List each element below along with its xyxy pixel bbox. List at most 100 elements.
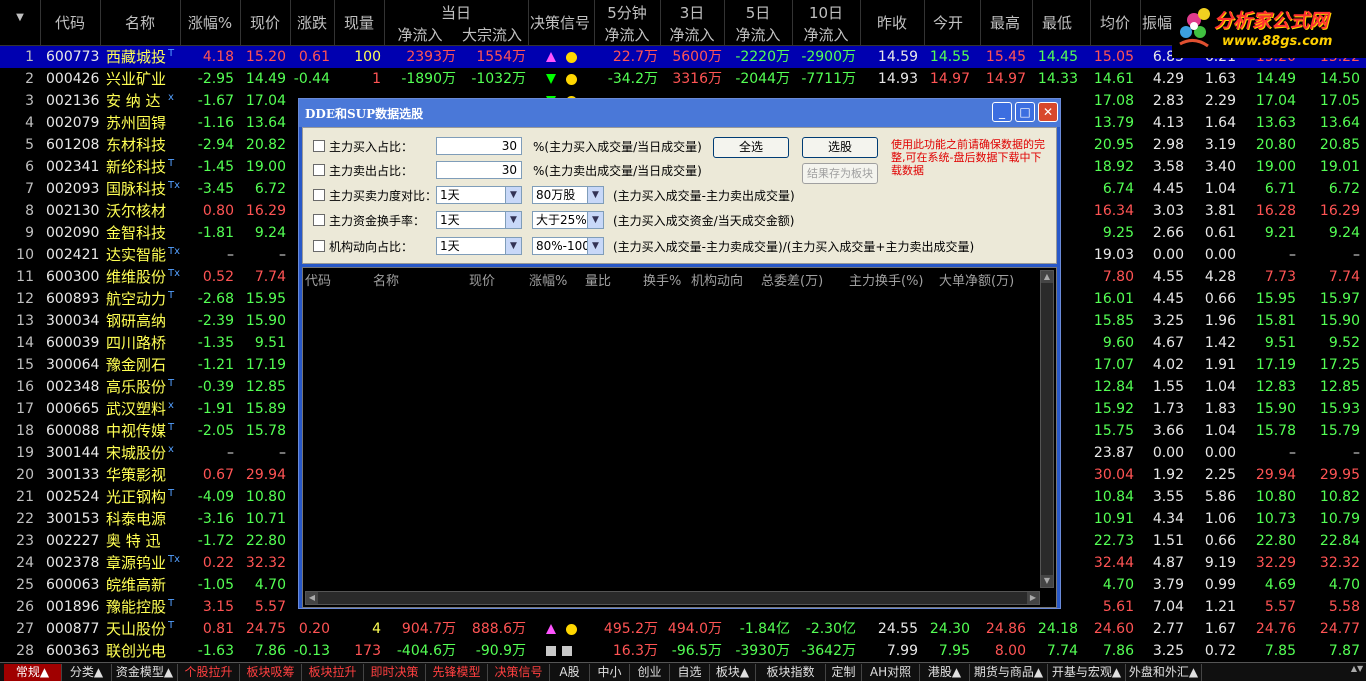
save-result-button[interactable]: 结果存为板块 bbox=[802, 163, 878, 184]
tab-item[interactable]: 即时决策 bbox=[364, 664, 426, 681]
tab-item[interactable]: 板块拉升 bbox=[302, 664, 364, 681]
col-chg[interactable]: 涨跌 bbox=[290, 12, 334, 33]
select-stock-button[interactable]: 选股 bbox=[802, 137, 878, 158]
result-col-header[interactable]: 量比 bbox=[585, 270, 611, 289]
scroll-right-icon[interactable]: ▶ bbox=[1027, 592, 1039, 604]
tab-item[interactable]: 期货与商品▲ bbox=[970, 664, 1048, 681]
chevron-down-icon[interactable]: ▼ bbox=[505, 187, 521, 203]
col-price[interactable]: 现价 bbox=[240, 12, 290, 33]
tab-scroll-arrows[interactable]: ▲▼ bbox=[1350, 665, 1364, 680]
tab-item[interactable]: AH对照 bbox=[862, 664, 920, 681]
chevron-down-icon[interactable]: ▼ bbox=[505, 238, 521, 254]
dialog-titlebar[interactable]: DDE和SUP数据选股 _ □ ✕ bbox=[299, 99, 1060, 127]
tab-item[interactable]: 板块吸筹 bbox=[240, 664, 302, 681]
table-row[interactable]: 27 000877 天山股份 0.81 24.75 0.20 4 904.7万 888.6万 49… bbox=[0, 618, 1366, 640]
grid-header: ▼ 代码 名称 涨幅% 现价 涨跌 现量 当日 净流入 大宗流入 决策信号 5分… bbox=[0, 0, 1366, 46]
institution-range-select[interactable]: 80%-100% ▼ bbox=[532, 237, 604, 255]
force-compare-amount-select[interactable]: 80万股 ▼ bbox=[532, 186, 604, 204]
tab-item[interactable]: 港股▲ bbox=[920, 664, 970, 681]
horizontal-scrollbar[interactable]: ◀ ▶ bbox=[305, 591, 1040, 605]
col-high[interactable]: 最高 bbox=[980, 12, 1030, 33]
scroll-up-icon[interactable]: ▲ bbox=[1041, 271, 1053, 283]
col-today-net[interactable]: 净流入 bbox=[384, 24, 456, 45]
scroll-down-icon[interactable]: ▼ bbox=[1041, 575, 1053, 587]
table-row[interactable]: 2 000426 兴业矿业 -2.95 14.49 -0.44 1 -1890万 -1032万 -… bbox=[0, 68, 1366, 90]
vertical-scrollbar[interactable]: ▲ ▼ bbox=[1040, 270, 1054, 588]
cell-avg: 5.61 bbox=[1102, 599, 1134, 615]
col-m5-net[interactable]: 净流入 bbox=[594, 24, 660, 45]
select-all-button[interactable]: 全选 bbox=[713, 137, 789, 158]
tab-item[interactable]: A股 bbox=[550, 664, 590, 681]
chevron-down-icon[interactable]: ▼ bbox=[587, 212, 603, 228]
result-col-header[interactable]: 大单净额(万) bbox=[939, 270, 1014, 289]
cell-prev: 14.59 bbox=[877, 49, 918, 65]
cell-name: 维维股份 bbox=[106, 268, 167, 286]
col-name[interactable]: 名称 bbox=[100, 12, 180, 33]
buy-ratio-input[interactable]: 30 bbox=[436, 137, 522, 155]
col-d3-net[interactable]: 净流入 bbox=[660, 24, 724, 45]
chevron-down-icon[interactable]: ▼ bbox=[587, 238, 603, 254]
result-list[interactable]: 代码 名称 现价 涨幅% 量比 换手% 机构动向 总委差(万) 主力换手(%) 大单净额(万) ▲… bbox=[302, 267, 1057, 608]
sell-ratio-input[interactable]: 30 bbox=[436, 161, 522, 179]
institution-period-select[interactable]: 1天 ▼ bbox=[436, 237, 522, 255]
result-col-header[interactable]: 机构动向 bbox=[691, 270, 743, 289]
result-col-header[interactable]: 名称 bbox=[373, 270, 399, 289]
tab-item[interactable]: 板块指数 bbox=[756, 664, 826, 681]
tab-item[interactable]: 个股拉升 bbox=[178, 664, 240, 681]
result-col-header[interactable]: 总委差(万) bbox=[761, 270, 823, 289]
tab-item[interactable]: 常规▲ bbox=[4, 664, 62, 681]
col-d5-net[interactable]: 净流入 bbox=[724, 24, 792, 45]
cell-amp: 4.29 bbox=[1152, 71, 1184, 87]
table-row[interactable]: 1 600773 西藏城投 4.18 15.20 0.61 100 2393万 1554万 22.… bbox=[0, 46, 1366, 68]
table-row[interactable]: 28 600363 联创光电 -1.63 7.86 -0.13 173 -404.6万 -90.… bbox=[0, 640, 1366, 662]
col-signal[interactable]: 决策信号 bbox=[528, 12, 592, 33]
signal-indicator bbox=[546, 618, 590, 640]
col-pct[interactable]: 涨幅% bbox=[180, 12, 240, 33]
chevron-down-icon[interactable]: ▼ bbox=[505, 212, 521, 228]
col-low[interactable]: 最低 bbox=[1032, 12, 1082, 33]
cell-amp: 3.25 bbox=[1152, 643, 1184, 659]
cell-name: 金智科技 bbox=[106, 224, 167, 242]
minimize-button[interactable]: _ bbox=[992, 102, 1012, 122]
cell-d3: 494.0万 bbox=[667, 621, 722, 637]
tab-item[interactable]: 先锋模型 bbox=[426, 664, 488, 681]
tab-item[interactable]: 开基与宏观▲ bbox=[1048, 664, 1126, 681]
sort-dropdown-icon[interactable]: ▼ bbox=[0, 12, 40, 23]
force-compare-period-select[interactable]: 1天 ▼ bbox=[436, 186, 522, 204]
force-compare-checkbox[interactable] bbox=[313, 189, 325, 201]
col-prevclose[interactable]: 昨收 bbox=[860, 12, 924, 33]
col-open[interactable]: 今开 bbox=[924, 12, 972, 33]
cell-code: 300144 bbox=[46, 445, 100, 461]
cell-amp: 4.45 bbox=[1152, 291, 1184, 307]
tab-item[interactable]: 自选 bbox=[670, 664, 710, 681]
col-vol[interactable]: 现量 bbox=[334, 12, 384, 33]
tab-item[interactable]: 外盘和外汇▲ bbox=[1126, 664, 1202, 681]
col-today-big[interactable]: 大宗流入 bbox=[456, 24, 528, 45]
tab-item[interactable]: 创业 bbox=[630, 664, 670, 681]
tab-item[interactable]: 板块▲ bbox=[710, 664, 756, 681]
turnover-threshold-select[interactable]: 大于25% ▼ bbox=[532, 211, 604, 229]
result-col-header[interactable]: 涨幅% bbox=[529, 270, 567, 289]
result-col-header[interactable]: 主力换手(%) bbox=[849, 270, 924, 289]
scroll-left-icon[interactable]: ◀ bbox=[306, 592, 318, 604]
tab-item[interactable]: 中小 bbox=[590, 664, 630, 681]
col-avg[interactable]: 均价 bbox=[1090, 12, 1140, 33]
result-col-header[interactable]: 现价 bbox=[469, 270, 495, 289]
tab-item[interactable]: 资金模型▲ bbox=[112, 664, 178, 681]
col-d10-net[interactable]: 净流入 bbox=[792, 24, 860, 45]
tab-item[interactable]: 定制 bbox=[826, 664, 862, 681]
turnover-checkbox[interactable] bbox=[313, 214, 325, 226]
tab-item[interactable]: 分类▲ bbox=[62, 664, 112, 681]
tab-item[interactable]: 决策信号 bbox=[488, 664, 550, 681]
result-col-header[interactable]: 换手% bbox=[643, 270, 681, 289]
turnover-period-select[interactable]: 1天 ▼ bbox=[436, 211, 522, 229]
maximize-button[interactable]: □ bbox=[1015, 102, 1035, 122]
col-code[interactable]: 代码 bbox=[40, 12, 100, 33]
close-button[interactable]: ✕ bbox=[1038, 102, 1058, 122]
result-col-header[interactable]: 代码 bbox=[305, 270, 331, 289]
col-amp[interactable]: 振幅 bbox=[1140, 12, 1174, 33]
institution-checkbox[interactable] bbox=[313, 240, 325, 252]
sell-ratio-checkbox[interactable] bbox=[313, 164, 325, 176]
chevron-down-icon[interactable]: ▼ bbox=[587, 187, 603, 203]
buy-ratio-checkbox[interactable] bbox=[313, 140, 325, 152]
